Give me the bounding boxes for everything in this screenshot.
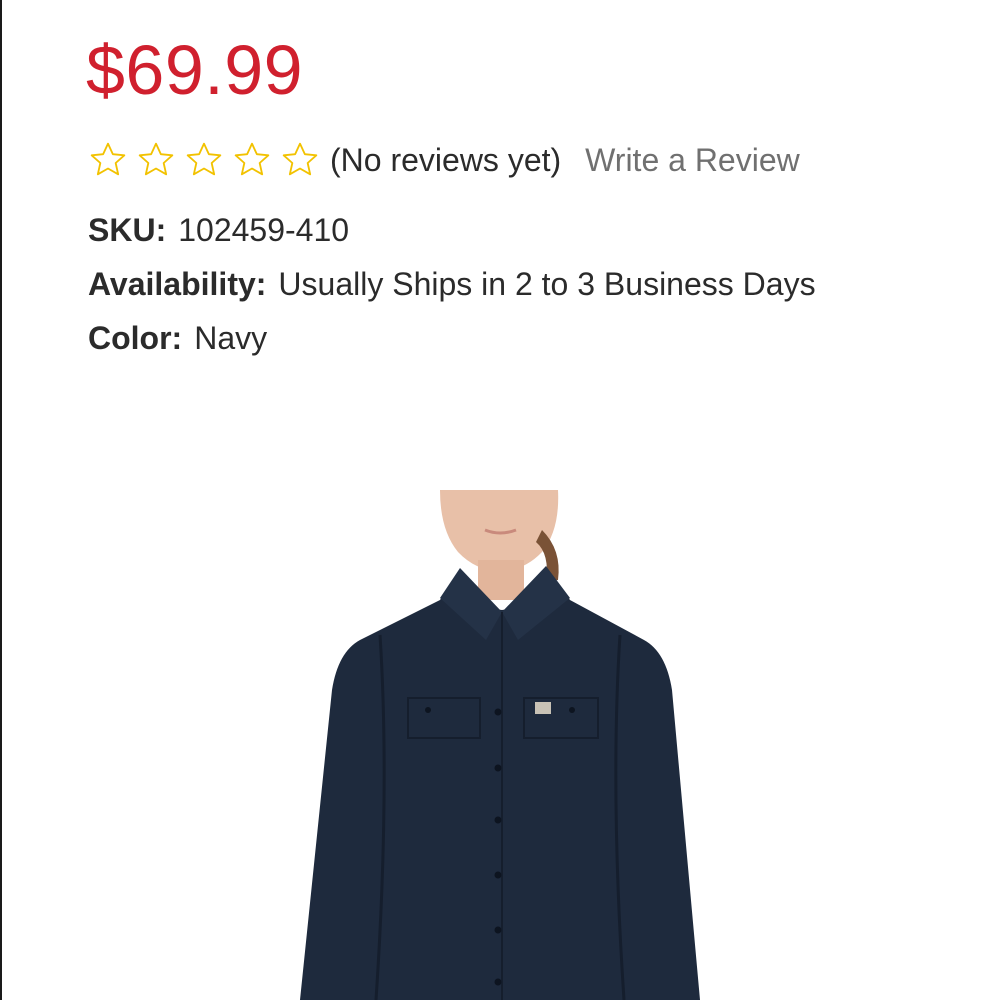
reviews-count-text: (No reviews yet) [330, 141, 562, 178]
write-review-link[interactable]: Write a Review [585, 142, 800, 179]
rating-row: (No reviews yet) Write a Review [88, 138, 800, 182]
product-price: $69.99 [86, 31, 304, 109]
sku-value: 102459-410 [178, 212, 350, 248]
availability-value: Usually Ships in 2 to 3 Business Days [278, 266, 816, 302]
color-value: Navy [194, 320, 268, 356]
star-icon[interactable] [232, 140, 272, 180]
star-icon[interactable] [184, 140, 224, 180]
star-icon[interactable] [280, 140, 320, 180]
availability-row: Availability: Usually Ships in 2 to 3 Bus… [88, 264, 816, 304]
star-rating[interactable] [88, 140, 320, 180]
color-row: Color: Navy [88, 318, 267, 358]
sku-label: SKU: [88, 212, 167, 248]
availability-label: Availability: [88, 266, 267, 302]
star-icon[interactable] [88, 140, 128, 180]
star-icon[interactable] [136, 140, 176, 180]
left-border [0, 0, 2, 1000]
sku-row: SKU: 102459-410 [88, 210, 349, 250]
product-image[interactable] [280, 490, 720, 1000]
color-label: Color: [88, 320, 183, 356]
